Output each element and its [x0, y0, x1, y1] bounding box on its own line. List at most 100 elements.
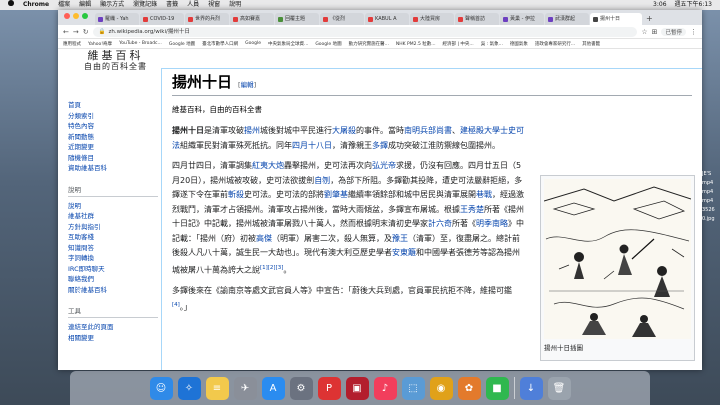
sidebar-link[interactable]: 知識問答 [68, 243, 158, 254]
menu-item[interactable]: 編輯 [79, 0, 91, 10]
paused-profile-button[interactable]: 已暫停 [661, 27, 686, 36]
bookmark-item[interactable]: Yahoo!奇摩 [88, 41, 112, 47]
wiki-link[interactable]: 王秀楚 [460, 205, 484, 214]
desktop-file-label[interactable]: mp4 [702, 188, 720, 197]
wiki-link[interactable]: 高傑 [256, 234, 272, 243]
sidebar-link[interactable]: 說明 [68, 201, 158, 212]
close-window-button[interactable] [64, 12, 70, 19]
browser-tab[interactable]: 《從烈 [320, 13, 364, 25]
sidebar-link[interactable]: 近期變更 [68, 142, 158, 153]
bookmark-item[interactable]: NHK PM2.5 粒數... [396, 41, 436, 47]
bookmark-item[interactable]: 臺北市數學人口網 [202, 41, 238, 47]
zoom-window-button[interactable] [82, 12, 88, 19]
trash-icon[interactable]: 🗑 [547, 376, 571, 400]
forward-icon[interactable]: → [73, 28, 79, 36]
back-icon[interactable]: ← [63, 28, 69, 36]
system-preferences-icon[interactable]: ⚙ [289, 376, 313, 400]
edit-link[interactable]: 編輯 [241, 81, 254, 89]
sidebar-link[interactable]: 首頁 [68, 100, 158, 111]
downloads-icon[interactable]: ↓ [519, 376, 543, 400]
sidebar-link[interactable]: 互助客棧 [68, 232, 158, 243]
article-image-thumbnail[interactable]: 揚州十日插圖 [540, 175, 695, 361]
notes-icon[interactable]: ≡ [205, 376, 229, 400]
wiki-link[interactable]: 紅夷大炮 [252, 161, 284, 170]
menu-item[interactable]: 書籤 [166, 0, 178, 10]
sidebar-link[interactable]: 連結至此的頁面 [68, 322, 158, 333]
new-tab-button[interactable]: + [643, 14, 656, 25]
menu-item[interactable]: 瀏覽記錄 [133, 0, 157, 10]
star-icon[interactable]: ☆ [641, 28, 647, 36]
photo-booth-icon[interactable]: ▣ [345, 376, 369, 400]
menu-item[interactable]: 說明 [229, 0, 241, 10]
bookmark-item[interactable]: 諮政會專家研究行... [535, 41, 575, 47]
bookmark-item[interactable]: Google 地圖 [169, 41, 195, 47]
wiki-link[interactable]: 巷戰 [476, 190, 492, 199]
desktop-file-label[interactable]: JE'S [702, 170, 720, 179]
bookmark-item[interactable]: 經濟部 | 中央... [443, 41, 474, 47]
sidebar-link[interactable]: 資助維基百科 [68, 163, 158, 174]
bookmark-item[interactable]: 其他書籤 [582, 41, 600, 47]
wiki-link[interactable]: 安東籬 [392, 248, 416, 257]
desktop-file-label[interactable]: mp4 [702, 197, 720, 206]
app-store-icon[interactable]: A [261, 376, 285, 400]
music-icon[interactable]: ♪ [373, 376, 397, 400]
bookmark-item[interactable]: 動力研究實施在醫... [349, 41, 389, 47]
browser-tab[interactable]: 聲稱首訪 [455, 13, 499, 25]
safari-icon[interactable]: ✧ [177, 376, 201, 400]
menu-item[interactable]: 顯示方式 [100, 0, 124, 10]
menu-item[interactable]: 視窗 [208, 0, 220, 10]
bookmark-item[interactable]: Google 地圖 [315, 41, 341, 47]
browser-tab[interactable]: 回覆主題 [275, 13, 319, 25]
wiki-link[interactable]: 劉肇基 [324, 190, 348, 199]
browser-tab[interactable]: COVID-19 [140, 13, 184, 25]
apple-icon[interactable] [8, 0, 14, 6]
menu-item[interactable]: 檔案 [58, 0, 70, 10]
launchpad-icon[interactable]: ✈ [233, 376, 257, 400]
wiki-link[interactable]: 明季南略 [476, 219, 508, 228]
wikipedia-logo[interactable]: 維基百科 自由的百科全書 [68, 50, 163, 72]
browser-tab[interactable]: 高如賽嘉 [230, 13, 274, 25]
sidebar-link[interactable]: IRC即時聊天 [68, 264, 158, 275]
sidebar-link[interactable]: 相關變更 [68, 333, 158, 344]
wiki-link[interactable]: 計六奇 [428, 219, 452, 228]
sidebar-link[interactable]: 特色內容 [68, 121, 158, 132]
chrome-icon[interactable]: ◉ [429, 376, 453, 400]
facetime-icon[interactable]: ■ [485, 376, 509, 400]
bookmark-item[interactable]: 應用程式 [63, 41, 81, 47]
preview-icon[interactable]: ⬚ [401, 376, 425, 400]
bookmark-item[interactable]: 吳 : 氣象... [481, 41, 503, 47]
browser-tab[interactable]: 武漢群起 [545, 13, 589, 25]
desktop-file-label[interactable]: mp4 [702, 179, 720, 188]
sidebar-link[interactable]: 分類索引 [68, 111, 158, 122]
wiki-link[interactable]: 建極殿大學士 [460, 126, 508, 135]
bookmark-item[interactable]: Google [245, 41, 261, 46]
citation-link[interactable]: [4] [172, 302, 180, 308]
bookmark-item[interactable]: YouTube - Broadc... [119, 41, 162, 46]
sidebar-link[interactable]: 隨機條目 [68, 153, 158, 164]
browser-tab[interactable]: 揚州十日 [590, 13, 642, 25]
wiki-link[interactable]: 多鐸 [372, 141, 388, 150]
browser-tab[interactable]: 大陸買房 [410, 13, 454, 25]
citation-link[interactable]: [1][2][3] [260, 265, 283, 271]
browser-tab[interactable]: 黃巢 - 伊拉 [500, 13, 544, 25]
parallels-icon[interactable]: P [317, 376, 341, 400]
wiki-link[interactable]: 弘光帝 [372, 161, 396, 170]
wiki-link[interactable]: 斬殺 [228, 190, 244, 199]
desktop-file-label[interactable]: 3526 [702, 206, 720, 215]
bookmark-item[interactable]: 德國氣象 [510, 41, 528, 47]
sidebar-link[interactable]: 新聞動態 [68, 132, 158, 143]
sidebar-link[interactable]: 方針與指引 [68, 222, 158, 233]
wiki-link[interactable]: 自刎 [314, 176, 330, 185]
sidebar-link[interactable]: 字詞轉換 [68, 253, 158, 264]
minimize-window-button[interactable] [73, 12, 79, 19]
menu-icon[interactable]: ⋮ [690, 28, 697, 36]
wiki-link[interactable]: 大屠殺 [332, 126, 356, 135]
reload-icon[interactable]: ↻ [83, 28, 89, 36]
browser-tab[interactable]: 羅織 - Yah [95, 13, 139, 25]
wiki-link[interactable]: 揚州 [244, 126, 260, 135]
wiki-link[interactable]: 南明兵部尚書 [404, 126, 452, 135]
browser-tab[interactable]: KABUL A [365, 13, 409, 25]
browser-tab[interactable]: 世界的兵烈 [185, 13, 229, 25]
extensions-icon[interactable]: ⊞ [652, 28, 658, 36]
menu-item[interactable]: 人員 [187, 0, 199, 10]
